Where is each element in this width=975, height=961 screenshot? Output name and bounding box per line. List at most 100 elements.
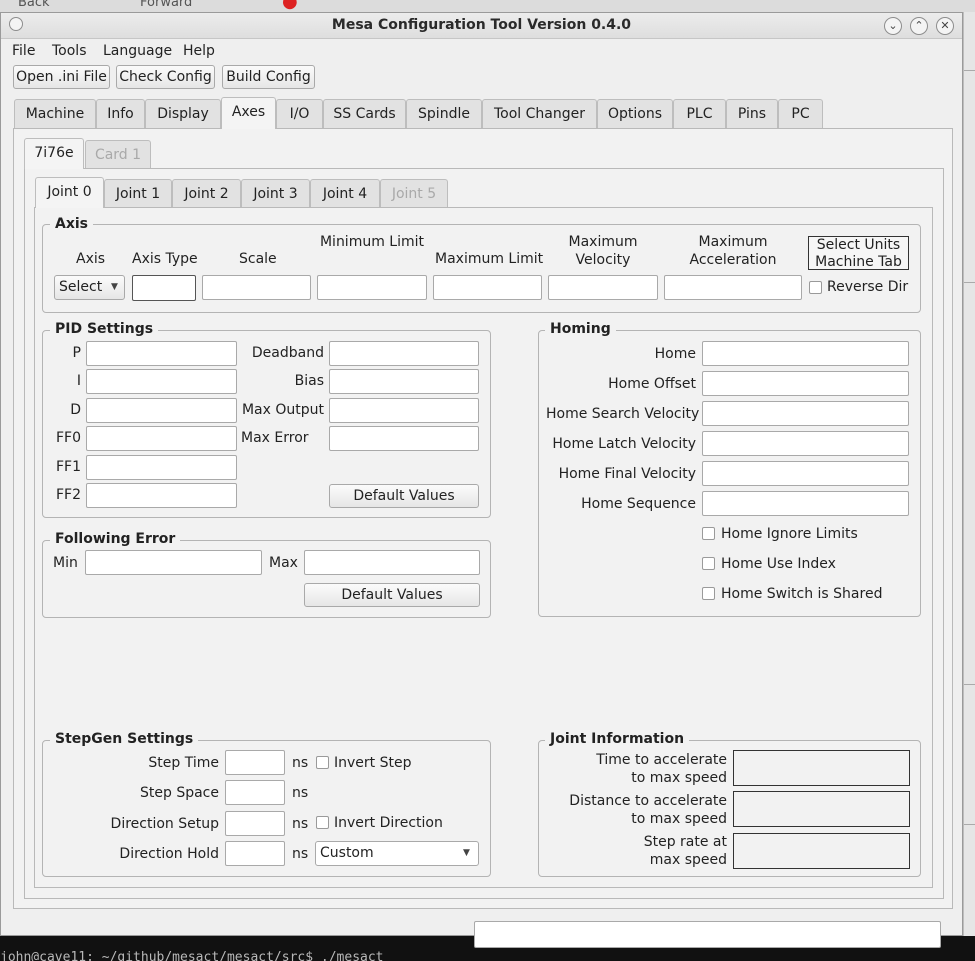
step-time-input[interactable] (225, 750, 285, 775)
max-limit-input[interactable] (433, 275, 542, 300)
home-sequence-input[interactable] (702, 491, 909, 516)
dist-accel-label: Distance to accelerate to max speed (546, 792, 727, 828)
menu-file[interactable]: File (12, 43, 35, 59)
home-use-index-checkbox[interactable] (702, 557, 715, 570)
tab-spindle[interactable]: Spindle (406, 99, 482, 129)
home-input[interactable] (702, 341, 909, 366)
following-error-min-label: Min (53, 555, 78, 571)
browser-forward-label: Forward (140, 0, 193, 10)
status-bar-field (474, 921, 941, 948)
tab-display[interactable]: Display (145, 99, 221, 129)
pid-ff2-label: FF2 (55, 487, 81, 503)
menu-language[interactable]: Language (103, 43, 172, 59)
tab-options[interactable]: Options (597, 99, 673, 129)
pid-p-input[interactable] (86, 341, 237, 366)
maximize-icon[interactable]: ⌃ (910, 17, 928, 35)
deadband-input[interactable] (329, 341, 479, 366)
scale-column-label: Scale (239, 251, 277, 267)
reverse-dir-label: Reverse Dir (827, 279, 909, 295)
pid-ff0-input[interactable] (86, 426, 237, 451)
invert-step-label: Invert Step (334, 755, 412, 771)
home-switch-shared-checkbox[interactable] (702, 587, 715, 600)
pid-ff2-input[interactable] (86, 483, 237, 508)
homing-group-title: Homing (545, 321, 616, 337)
axis-type-field[interactable] (132, 275, 196, 301)
tab-card-1[interactable]: Card 1 (85, 140, 151, 169)
pid-default-values-button[interactable]: Default Values (329, 484, 479, 508)
max-velocity-input[interactable] (548, 275, 658, 300)
tab-info[interactable]: Info (96, 99, 145, 129)
record-icon: ● (282, 0, 298, 12)
max-limit-column-label: Maximum Limit (435, 251, 544, 267)
terminal-prompt: john@cave11: ~/github/mesact/mesact/src$… (0, 950, 384, 961)
tab-joint-2[interactable]: Joint 2 (172, 179, 241, 208)
pid-i-input[interactable] (86, 369, 237, 394)
tab-joint-0[interactable]: Joint 0 (35, 177, 104, 208)
home-switch-shared-label: Home Switch is Shared (721, 586, 883, 602)
home-final-velocity-input[interactable] (702, 461, 909, 486)
main-window: Mesa Configuration Tool Version 0.4.0 ⌄ … (0, 12, 963, 948)
max-output-input[interactable] (329, 398, 479, 423)
tab-card-7i76e[interactable]: 7i76e (24, 138, 84, 169)
home-offset-input[interactable] (702, 371, 909, 396)
invert-step-checkbox[interactable] (316, 756, 329, 769)
direction-hold-input[interactable] (225, 841, 285, 866)
reverse-dir-checkbox[interactable] (809, 281, 822, 294)
following-error-default-button[interactable]: Default Values (304, 583, 480, 607)
pid-ff1-input[interactable] (86, 455, 237, 480)
bias-input[interactable] (329, 369, 479, 394)
home-latch-velocity-label: Home Latch Velocity (552, 436, 696, 452)
direction-setup-unit: ns (292, 816, 309, 832)
direction-setup-label: Direction Setup (110, 816, 219, 832)
direction-setup-input[interactable] (225, 811, 285, 836)
tab-machine[interactable]: Machine (14, 99, 96, 129)
following-error-max-input[interactable] (304, 550, 480, 575)
step-rate-label-line2: max speed (649, 852, 727, 868)
tab-joint-3[interactable]: Joint 3 (241, 179, 310, 208)
select-units-line2: Machine Tab (815, 254, 902, 270)
min-limit-input[interactable] (317, 275, 427, 300)
home-latch-velocity-input[interactable] (702, 431, 909, 456)
open-ini-button[interactable]: Open .ini File (13, 65, 110, 89)
axis-group-title: Axis (50, 216, 93, 232)
build-config-button[interactable]: Build Config (222, 65, 315, 89)
max-error-input[interactable] (329, 426, 479, 451)
deadband-label: Deadband (251, 345, 324, 361)
home-ignore-limits-checkbox[interactable] (702, 527, 715, 540)
dropdown-arrow-icon: ▼ (111, 282, 118, 292)
tab-io[interactable]: I/O (276, 99, 323, 129)
menu-tools[interactable]: Tools (52, 43, 87, 59)
tab-joint-4[interactable]: Joint 4 (310, 179, 380, 208)
tab-joint-1[interactable]: Joint 1 (104, 179, 172, 208)
tab-tool-changer[interactable]: Tool Changer (482, 99, 597, 129)
step-rate-display (733, 833, 910, 869)
select-units-line1: Select Units (816, 237, 901, 253)
home-search-velocity-input[interactable] (702, 401, 909, 426)
joint-info-title: Joint Information (545, 731, 690, 747)
tab-pc[interactable]: PC (778, 99, 823, 129)
tab-axes[interactable]: Axes (221, 97, 276, 129)
tab-ss-cards[interactable]: SS Cards (323, 99, 406, 129)
axis-select-combo[interactable]: Select ▼ (54, 275, 125, 300)
stepgen-title: StepGen Settings (50, 731, 199, 747)
invert-direction-checkbox[interactable] (316, 816, 329, 829)
minimize-icon[interactable]: ⌄ (884, 17, 902, 35)
pid-group-title: PID Settings (50, 321, 159, 337)
check-config-button[interactable]: Check Config (116, 65, 215, 89)
tab-pins[interactable]: Pins (726, 99, 778, 129)
pid-d-label: D (70, 402, 81, 418)
following-error-min-input[interactable] (85, 550, 262, 575)
step-space-input[interactable] (225, 780, 285, 805)
scale-input[interactable] (202, 275, 311, 300)
pid-d-input[interactable] (86, 398, 237, 423)
step-time-unit: ns (292, 755, 309, 771)
max-accel-input[interactable] (664, 275, 802, 300)
axis-type-column-label: Axis Type (132, 251, 198, 267)
tab-joint-5[interactable]: Joint 5 (380, 179, 448, 208)
home-use-index-label: Home Use Index (721, 556, 836, 572)
drive-select-combo[interactable]: Custom ▼ (315, 841, 479, 866)
menu-help[interactable]: Help (183, 43, 215, 59)
tab-plc[interactable]: PLC (673, 99, 726, 129)
pid-p-label: P (72, 345, 81, 361)
close-icon[interactable]: ✕ (936, 17, 954, 35)
